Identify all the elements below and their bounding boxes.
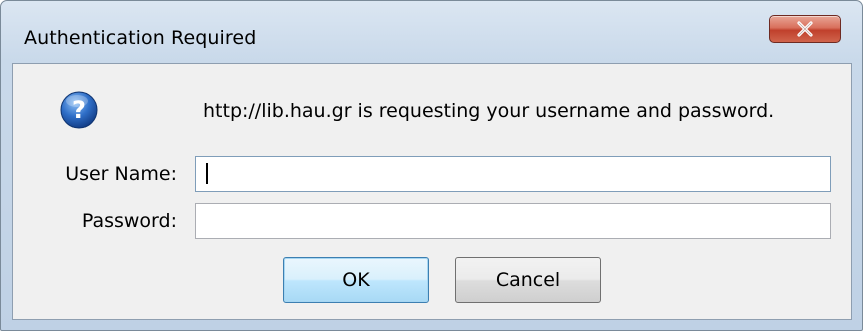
auth-dialog-window: Authentication Required ? http://lib.hau…	[0, 0, 863, 331]
question-icon: ?	[60, 91, 98, 129]
ok-button[interactable]: OK	[283, 257, 429, 303]
password-label: Password:	[81, 210, 177, 232]
text-caret	[206, 163, 208, 184]
window-title: Authentication Required	[24, 27, 257, 49]
svg-text:?: ?	[72, 96, 86, 124]
dialog-body: ? http://lib.hau.gr is requesting your u…	[12, 63, 852, 320]
username-field[interactable]	[195, 156, 831, 192]
username-label: User Name:	[65, 163, 177, 185]
cancel-button[interactable]: Cancel	[455, 257, 601, 303]
title-bar[interactable]: Authentication Required	[1, 1, 862, 63]
close-button[interactable]	[769, 15, 841, 43]
close-x-icon	[797, 21, 813, 37]
auth-message: http://lib.hau.gr is requesting your use…	[203, 100, 775, 122]
password-field[interactable]	[195, 203, 831, 239]
